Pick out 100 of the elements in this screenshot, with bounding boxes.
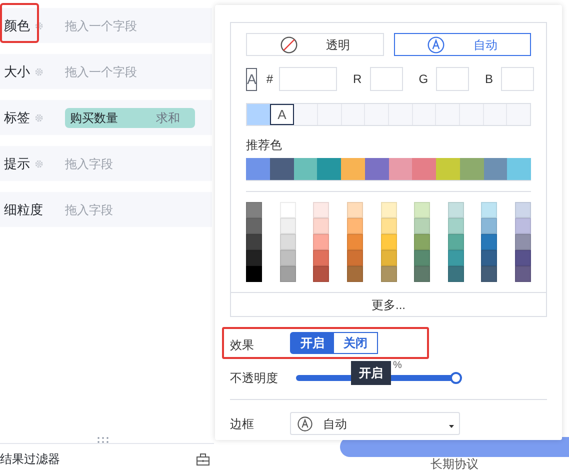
filter-title: 结果过滤器 (0, 451, 60, 468)
channel-input[interactable] (501, 67, 534, 91)
color-swatch[interactable] (460, 158, 484, 180)
shade-swatch[interactable] (346, 202, 363, 218)
shade-swatch[interactable] (380, 266, 396, 282)
no-color-icon (280, 36, 298, 54)
hex-label: # (266, 71, 274, 88)
color-swatch[interactable] (341, 158, 365, 180)
color-swatch[interactable] (246, 158, 270, 180)
color-swatch[interactable] (388, 158, 412, 180)
shade-swatch[interactable] (280, 202, 296, 218)
shade-swatch[interactable] (346, 250, 363, 266)
channel-label: G (418, 71, 428, 88)
shade-swatch[interactable] (313, 234, 330, 250)
color-swatch[interactable] (270, 158, 294, 180)
shade-swatch[interactable] (246, 218, 262, 234)
field-label: 提示 (4, 157, 30, 170)
hex-input[interactable] (279, 67, 338, 91)
aggregate-label: 求和 (156, 110, 180, 126)
field-label: 颜色 (4, 19, 30, 32)
shade-swatch[interactable] (515, 234, 531, 250)
shade-swatch[interactable] (448, 250, 464, 266)
opacity-label: 不透明度 (230, 370, 279, 387)
border-select[interactable]: 自动 (290, 412, 460, 435)
shade-swatch[interactable] (246, 234, 262, 250)
color-mode-button[interactable]: 自动 (394, 33, 531, 56)
color-swatch[interactable] (412, 158, 436, 180)
color-swatch[interactable] (436, 158, 460, 180)
shade-swatch[interactable] (414, 250, 430, 266)
shade-swatch[interactable] (481, 266, 498, 282)
color-swatch[interactable] (507, 158, 531, 180)
shade-swatch[interactable] (515, 218, 531, 234)
shade-swatch[interactable] (380, 218, 396, 234)
field-label: 大小 (4, 65, 30, 78)
recommended-title: 推荐色 (246, 137, 283, 154)
channel-label: B (485, 71, 494, 88)
toggle-option[interactable]: 开启 (291, 333, 334, 353)
gear-icon[interactable] (34, 20, 44, 30)
shade-swatch[interactable] (380, 202, 396, 218)
gear-icon[interactable] (34, 112, 44, 122)
recent-swatch[interactable] (247, 104, 270, 125)
toolbox-icon[interactable] (196, 452, 210, 466)
shade-swatch[interactable] (414, 234, 430, 250)
shade-swatch[interactable] (448, 266, 464, 282)
percent-unit: % (393, 361, 402, 371)
shade-swatch[interactable] (246, 202, 262, 218)
shade-swatch[interactable] (346, 218, 363, 234)
color-swatch[interactable] (484, 158, 508, 180)
shade-swatch[interactable] (481, 250, 498, 266)
shade-swatch[interactable] (280, 218, 296, 234)
shade-swatch[interactable] (515, 250, 531, 266)
shade-swatch[interactable] (346, 266, 363, 282)
color-mode-button[interactable]: 透明 (246, 33, 384, 56)
shade-swatch[interactable] (280, 234, 296, 250)
shade-swatch[interactable] (313, 218, 330, 234)
shade-swatch[interactable] (380, 250, 396, 266)
tooltip: 开启 (351, 361, 391, 385)
shade-swatch[interactable] (414, 202, 430, 218)
more-colors-button[interactable]: 更多... (371, 296, 406, 314)
color-swatch[interactable] (317, 158, 341, 180)
slider-thumb[interactable] (450, 372, 462, 384)
gear-icon[interactable] (34, 66, 44, 76)
shade-swatch[interactable] (414, 218, 430, 234)
color-swatch[interactable] (364, 158, 388, 180)
shade-swatch[interactable] (481, 234, 498, 250)
shade-swatch[interactable] (280, 266, 296, 282)
shade-swatch[interactable] (448, 202, 464, 218)
shade-swatch[interactable] (515, 266, 531, 282)
shade-swatch[interactable] (313, 250, 330, 266)
caret-icon (449, 425, 454, 428)
shade-swatch[interactable] (280, 250, 296, 266)
effect-label: 效果 (230, 337, 255, 354)
shade-swatch[interactable] (313, 266, 330, 282)
shade-swatch[interactable] (481, 218, 498, 234)
shade-swatch[interactable] (346, 234, 363, 250)
shade-swatch[interactable] (414, 266, 430, 282)
field-pill[interactable]: 购买数量 求和 (65, 108, 195, 128)
shade-swatch[interactable] (515, 202, 531, 218)
drag-handle-icon[interactable] (97, 437, 109, 443)
recent-swatch[interactable]: A (270, 104, 294, 125)
color-swatch[interactable] (294, 158, 318, 180)
field-label: 标签 (4, 111, 30, 124)
shade-swatch[interactable] (246, 266, 262, 282)
shade-swatch[interactable] (380, 234, 396, 250)
field-name: 购买数量 (70, 110, 118, 126)
shade-swatch[interactable] (448, 218, 464, 234)
channel-input[interactable] (436, 67, 470, 91)
field-label: 细粒度 (4, 203, 43, 216)
auto-icon (427, 36, 446, 54)
channel-input[interactable] (370, 67, 403, 91)
auto-icon (297, 416, 313, 432)
button-caption: 长期协议 (430, 457, 478, 471)
border-label: 边框 (230, 416, 255, 432)
shade-swatch[interactable] (448, 234, 464, 250)
gear-icon[interactable] (34, 158, 44, 168)
shade-swatch[interactable] (246, 250, 262, 266)
shade-swatch[interactable] (481, 202, 498, 218)
shade-swatch[interactable] (313, 202, 330, 218)
channel-label: R (353, 71, 362, 88)
select-value: 自动 (323, 416, 347, 432)
